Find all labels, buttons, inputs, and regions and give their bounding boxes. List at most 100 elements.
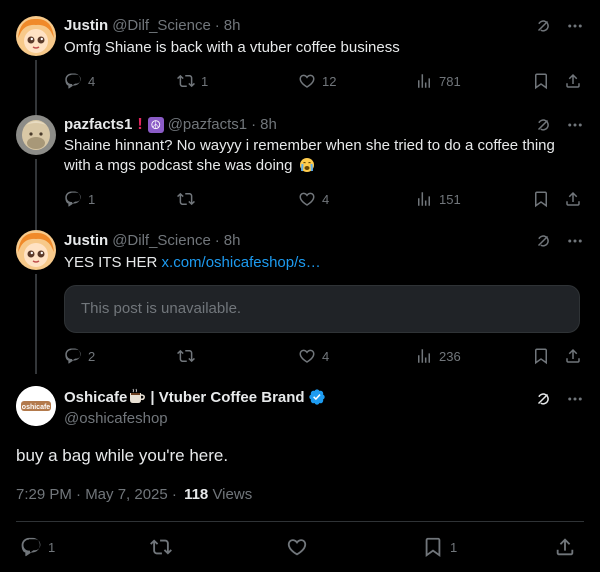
author-name[interactable]: Oshicafe	[64, 388, 127, 408]
like-button[interactable]: 4	[298, 346, 329, 366]
post-timestamp: 7:29 PM · May 7, 2025 · 118 Views	[16, 485, 252, 505]
reply-count: 2	[88, 348, 96, 364]
share-icon	[564, 190, 582, 208]
grok-icon[interactable]	[534, 390, 552, 408]
reply-button[interactable]: 1	[20, 535, 55, 559]
author-name[interactable]: pazfacts1	[64, 115, 132, 135]
reply-button[interactable]: 1	[64, 189, 95, 209]
post-header: Oshicafe | Vtuber Coffee Brand	[64, 388, 584, 408]
author-name[interactable]: Justin	[64, 231, 108, 251]
reply-count: 1	[48, 539, 56, 555]
post-header-actions	[534, 390, 584, 408]
repost-icon	[150, 536, 172, 558]
post-time[interactable]: 8h	[260, 115, 277, 135]
more-options-icon[interactable]	[566, 390, 584, 408]
reply-icon	[64, 347, 82, 365]
author-handle[interactable]: @oshicafeshop	[64, 409, 168, 429]
timestamp-text[interactable]: 7:29 PM · May 7, 2025 ·	[16, 486, 177, 503]
heart-icon	[298, 72, 316, 90]
repost-button[interactable]	[177, 189, 195, 209]
post-header: pazfacts1 ! ☮ @pazfacts1 · 8h	[64, 115, 584, 135]
post-action-bar: 1 4 151	[64, 189, 584, 209]
more-options-icon[interactable]	[566, 116, 584, 134]
views-button[interactable]: 236	[415, 346, 461, 366]
post-time[interactable]: 8h	[224, 16, 241, 36]
bookmark-icon	[532, 347, 550, 365]
reply-post[interactable]: pazfacts1 ! ☮ @pazfacts1 · 8h Shaine hin…	[0, 105, 600, 222]
avatar[interactable]	[16, 230, 56, 270]
author-handle[interactable]: @Dilf_Science	[112, 16, 211, 36]
thread-line	[35, 105, 37, 115]
post-action-bar: 4 1 12 781	[64, 71, 584, 91]
post-text: Omfg Shiane is back with a vtuber coffee…	[64, 39, 400, 56]
author-name-suffix[interactable]: | Vtuber Coffee Brand	[150, 388, 304, 408]
views-icon	[415, 347, 433, 365]
separator-dot: ·	[251, 116, 257, 133]
avatar[interactable]: oshicafe	[16, 386, 56, 426]
post-header-actions	[534, 17, 584, 35]
heart-icon	[298, 347, 316, 365]
repost-icon	[177, 190, 195, 208]
more-options-icon[interactable]	[566, 232, 584, 250]
like-count: 4	[322, 348, 330, 364]
author-handle[interactable]: @pazfacts1	[168, 115, 247, 135]
like-count: 4	[322, 191, 330, 207]
repost-icon	[177, 347, 195, 365]
main-post: oshicafe Oshicafe | Vtuber Coffee Brand …	[0, 374, 600, 572]
main-action-bar: 1 1	[16, 535, 584, 559]
like-button[interactable]: 4	[298, 189, 329, 209]
avatar[interactable]	[16, 115, 56, 155]
reply-icon	[64, 190, 82, 208]
share-button[interactable]	[564, 71, 582, 91]
thread-line	[35, 60, 37, 105]
view-count: 236	[439, 348, 461, 364]
view-count: 151	[439, 191, 461, 207]
heart-icon	[286, 536, 308, 558]
divider	[16, 521, 584, 522]
bookmark-button[interactable]	[532, 189, 550, 209]
bookmark-icon	[532, 190, 550, 208]
share-button[interactable]	[564, 346, 582, 366]
post-text: buy a bag while you're here.	[16, 446, 229, 465]
repost-button[interactable]: 1	[177, 71, 208, 91]
reply-post[interactable]: Justin @Dilf_Science · 8h Omfg Shiane is…	[0, 0, 600, 105]
post-text: Shaine hinnant? No wayyy i remember when…	[64, 136, 584, 176]
bookmark-button[interactable]	[532, 71, 550, 91]
repost-button[interactable]	[177, 346, 195, 366]
post-header: Justin @Dilf_Science · 8h	[64, 231, 584, 251]
grok-icon[interactable]	[534, 17, 552, 35]
author-handle[interactable]: @Dilf_Science	[112, 231, 211, 251]
like-button[interactable]	[286, 535, 308, 559]
bookmark-icon	[422, 536, 444, 558]
reply-count: 1	[88, 191, 96, 207]
views-icon	[415, 72, 433, 90]
bookmark-icon	[532, 72, 550, 90]
reply-post[interactable]: Justin @Dilf_Science · 8h YES ITS HER x.…	[0, 222, 600, 374]
post-text: YES ITS HER x.com/oshicafeshop/s…	[64, 253, 584, 273]
reply-button[interactable]: 4	[64, 71, 95, 91]
coffee-cup-icon	[128, 388, 146, 408]
like-count: 12	[322, 73, 337, 89]
views-label: Views	[212, 486, 253, 503]
repost-button[interactable]	[150, 535, 172, 559]
like-button[interactable]: 12	[298, 71, 336, 91]
avatar-logo-text: oshicafe	[22, 404, 51, 411]
reply-icon	[64, 72, 82, 90]
reply-button[interactable]: 2	[64, 346, 95, 366]
separator-dot: ·	[214, 232, 220, 249]
views-count: 118	[184, 486, 209, 503]
share-icon	[564, 347, 582, 365]
views-button[interactable]: 151	[415, 189, 461, 209]
author-name[interactable]: Justin	[64, 16, 108, 36]
share-button[interactable]	[554, 535, 576, 559]
share-button[interactable]	[564, 189, 582, 209]
views-button[interactable]: 781	[415, 71, 461, 91]
post-link[interactable]: x.com/oshicafeshop/s…	[162, 254, 321, 271]
post-time[interactable]: 8h	[224, 231, 241, 251]
bookmark-button[interactable]: 1	[422, 535, 457, 559]
avatar[interactable]	[16, 16, 56, 56]
grok-icon[interactable]	[534, 232, 552, 250]
more-options-icon[interactable]	[566, 17, 584, 35]
grok-icon[interactable]	[534, 116, 552, 134]
bookmark-button[interactable]	[532, 346, 550, 366]
